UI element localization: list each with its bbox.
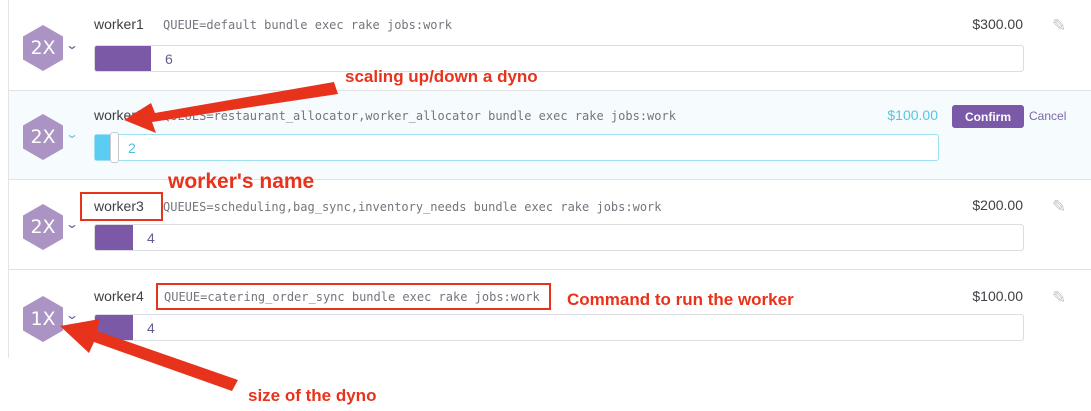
annotation-arrows <box>60 82 338 391</box>
arrow-to-slider <box>124 82 338 133</box>
arrow-to-size-badge <box>60 319 238 391</box>
